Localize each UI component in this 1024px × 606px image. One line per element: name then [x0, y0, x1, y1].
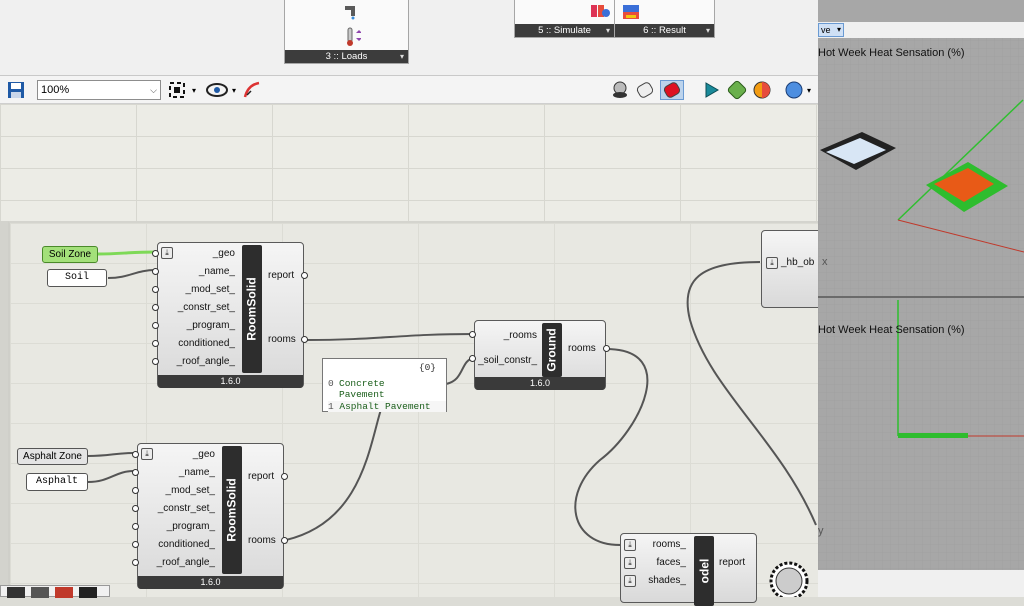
component-icon[interactable] — [7, 587, 25, 598]
input-grip[interactable] — [132, 505, 139, 512]
axis-y-label: y — [818, 525, 824, 537]
output-grip[interactable] — [301, 336, 308, 343]
input-program[interactable]: _program_ — [187, 320, 235, 331]
soil-zone-param[interactable]: Soil Zone — [42, 246, 98, 263]
download-arrow-icon[interactable]: ⤓ — [624, 539, 636, 551]
input-grip[interactable] — [469, 331, 476, 338]
input-mod-set[interactable]: _mod_set_ — [186, 284, 235, 295]
download-arrow-icon[interactable]: ⤓ — [624, 557, 636, 569]
input-geo[interactable]: _geo — [213, 248, 235, 259]
asphalt-zone-label: Asphalt Zone — [23, 451, 82, 462]
download-arrow-icon[interactable]: ⤓ — [766, 257, 778, 269]
output-rooms[interactable]: rooms — [248, 535, 276, 546]
input-grip[interactable] — [132, 451, 139, 458]
component-name: RoomSolid — [222, 446, 242, 574]
input-conditioned[interactable]: conditioned_ — [158, 539, 215, 550]
input-soil-constr[interactable]: _soil_constr_ — [478, 355, 537, 366]
download-arrow-icon[interactable]: ⤓ — [624, 575, 636, 587]
input-grip[interactable] — [132, 559, 139, 566]
input-grip[interactable] — [132, 487, 139, 494]
input-grip[interactable] — [132, 541, 139, 548]
input-name[interactable]: _name_ — [199, 266, 235, 277]
model-component[interactable]: ⤓ ⤓ ⤓ rooms_ faces_ shades_ odel report — [620, 533, 757, 606]
input-constr-set[interactable]: _constr_set_ — [158, 503, 215, 514]
ground-component[interactable]: _rooms _soil_constr_ Ground rooms 1.6.0 — [474, 320, 606, 390]
input-faces[interactable]: faces_ — [657, 557, 686, 568]
output-grip[interactable] — [281, 537, 288, 544]
soil-param[interactable]: Soil — [47, 269, 107, 287]
component-icon[interactable] — [55, 587, 73, 598]
viewport-dropdown[interactable]: ve ▾ — [818, 23, 844, 37]
output-grip[interactable] — [301, 272, 308, 279]
component-name: RoomSolid — [242, 245, 262, 373]
output-rooms[interactable]: rooms — [268, 334, 296, 345]
input-grip[interactable] — [152, 268, 159, 275]
output-grip[interactable] — [603, 345, 610, 352]
input-geo[interactable]: _geo — [193, 449, 215, 460]
component-version: 1.6.0 — [158, 375, 303, 388]
input-roof-angle[interactable]: _roof_angle_ — [177, 356, 235, 367]
component-icon[interactable] — [79, 587, 97, 598]
panel-item: 0 Concrete Pavement — [328, 378, 385, 400]
input-rooms[interactable]: rooms_ — [653, 539, 686, 550]
input-conditioned[interactable]: conditioned_ — [178, 338, 235, 349]
input-rooms[interactable]: _rooms — [504, 330, 537, 341]
text-panel[interactable]: {0} 0 Concrete Pavement 1 Asphalt Paveme… — [322, 358, 447, 412]
component-icon[interactable] — [31, 587, 49, 598]
input-grip[interactable] — [152, 322, 159, 329]
component-toolbar-icons[interactable] — [0, 585, 110, 598]
component-name: Ground — [542, 323, 562, 377]
input-name[interactable]: _name_ — [179, 467, 215, 478]
output-report[interactable]: report — [268, 270, 294, 281]
viewport-bottom-title: Hot Week Heat Sensation (%) — [818, 324, 965, 336]
rhino-viewport[interactable]: Hot Week Heat Sensation (%) Hot Week Hea… — [818, 0, 1024, 570]
panel-item: 1 Asphalt Pavement — [328, 401, 446, 412]
axis-x-label: x — [822, 256, 828, 268]
download-arrow-icon[interactable]: ⤓ — [141, 448, 153, 460]
output-report[interactable]: report — [248, 471, 274, 482]
roomsolid-component[interactable]: ⤓ _geo _name_ _mod_set_ _constr_set_ _pr… — [157, 242, 304, 388]
input-grip[interactable] — [132, 523, 139, 530]
viewport-top-title: Hot Week Heat Sensation (%) — [818, 47, 965, 59]
viewport-divider[interactable] — [818, 296, 1024, 298]
soil-zone-label: Soil Zone — [48, 249, 92, 260]
input-shades[interactable]: shades_ — [648, 575, 686, 586]
input-grip[interactable] — [132, 469, 139, 476]
asphalt-zone-param[interactable]: Asphalt Zone — [17, 448, 88, 465]
input-grip[interactable] — [152, 358, 159, 365]
input-constr-set[interactable]: _constr_set_ — [178, 302, 235, 313]
input-hb-obj[interactable]: _hb_ob — [781, 257, 814, 268]
viewport-status-area — [818, 570, 1024, 597]
soil-label: Soil — [64, 272, 89, 283]
viewport-tab-bar: ve ▾ — [818, 22, 1024, 38]
roomsolid-component[interactable]: ⤓ _geo _name_ _mod_set_ _constr_set_ _pr… — [137, 443, 284, 589]
component-version: 1.6.0 — [138, 576, 283, 589]
input-grip[interactable] — [152, 250, 159, 257]
input-mod-set[interactable]: _mod_set_ — [166, 485, 215, 496]
output-report[interactable]: report — [719, 557, 745, 568]
input-roof-angle[interactable]: _roof_angle_ — [157, 557, 215, 568]
panel-header: {0} — [418, 362, 436, 373]
download-arrow-icon[interactable]: ⤓ — [161, 247, 173, 259]
wires-layer — [87, 250, 817, 546]
output-rooms[interactable]: rooms — [568, 343, 596, 354]
input-grip[interactable] — [469, 355, 476, 362]
component-version: 1.6.0 — [475, 377, 605, 390]
asphalt-param[interactable]: Asphalt — [26, 473, 88, 491]
input-grip[interactable] — [152, 340, 159, 347]
component-name: odel — [694, 536, 714, 606]
input-program[interactable]: _program_ — [167, 521, 215, 532]
input-grip[interactable] — [152, 304, 159, 311]
asphalt-label: Asphalt — [35, 476, 78, 487]
input-grip[interactable] — [152, 286, 159, 293]
output-grip[interactable] — [281, 473, 288, 480]
dial-knob-icon[interactable] — [768, 560, 810, 597]
